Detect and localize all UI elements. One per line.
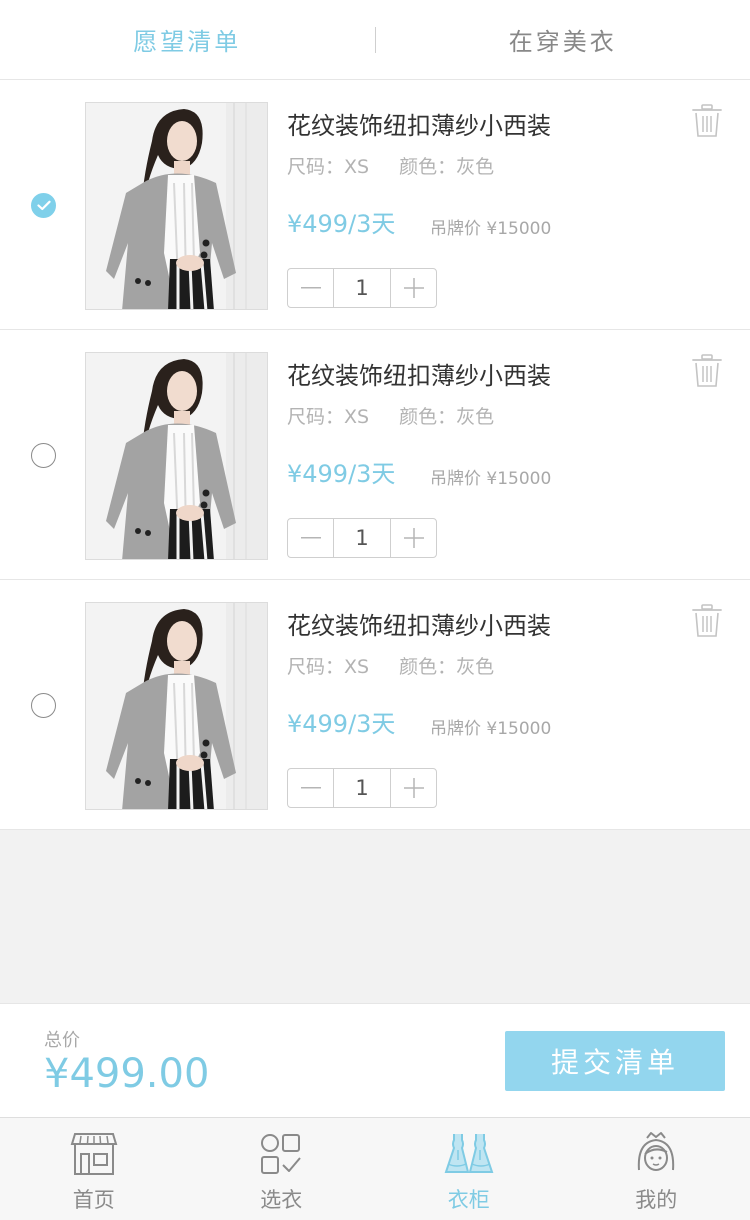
increment-button[interactable]: [391, 519, 436, 557]
size-label: 尺码：: [287, 406, 345, 428]
retail-price-value: ¥15000: [486, 469, 552, 489]
decrement-button[interactable]: [288, 769, 333, 807]
minus-icon: [300, 787, 321, 789]
total-price: ¥499.00: [44, 1051, 210, 1097]
tabbar-item-home[interactable]: 首页: [0, 1118, 188, 1220]
trash-icon[interactable]: [692, 104, 722, 138]
decrement-button[interactable]: [288, 519, 333, 557]
tabbar-item-wardrobe[interactable]: 衣柜: [375, 1118, 563, 1220]
size-label: 尺码：: [287, 656, 345, 678]
quantity-value[interactable]: 1: [333, 519, 391, 557]
retail-price: 吊牌价 ¥15000: [430, 464, 551, 489]
wishlist-items: 花纹装饰纽扣薄纱小西装 尺码：XS 颜色：灰色 ¥499/3天 吊牌价 ¥1500…: [0, 80, 750, 830]
total-label: 总价: [44, 1030, 80, 1051]
retail-price-value: ¥15000: [486, 219, 552, 239]
quantity-value[interactable]: 1: [333, 769, 391, 807]
list-item: 花纹装饰纽扣薄纱小西装 尺码：XS 颜色：灰色 ¥499/3天 吊牌价 ¥1500…: [0, 580, 750, 830]
trash-icon[interactable]: [692, 354, 722, 388]
list-item: 花纹装饰纽扣薄纱小西装 尺码：XS 颜色：灰色 ¥499/3天 吊牌价 ¥1500…: [0, 80, 750, 330]
retail-price-label: 吊牌价: [430, 469, 481, 489]
quantity-value[interactable]: 1: [333, 269, 391, 307]
size-label: 尺码：: [287, 156, 345, 178]
size-value: XS: [344, 406, 370, 428]
color-value: 灰色: [456, 156, 495, 178]
tabbar-item-browse[interactable]: 选衣: [188, 1118, 376, 1220]
retail-price: 吊牌价 ¥15000: [430, 214, 551, 239]
product-title[interactable]: 花纹装饰纽扣薄纱小西装: [287, 606, 551, 641]
decrement-button[interactable]: [288, 269, 333, 307]
plus-icon: [403, 778, 424, 798]
color-label: 颜色：: [399, 656, 457, 678]
product-title[interactable]: 花纹装饰纽扣薄纱小西装: [287, 356, 551, 391]
product-specs: 尺码：XS 颜色：灰色: [287, 652, 494, 679]
item-select-checkbox[interactable]: [31, 693, 56, 718]
item-select-checkbox[interactable]: [31, 443, 56, 468]
retail-price-label: 吊牌价: [430, 719, 481, 739]
rental-price: ¥499/3天: [287, 210, 396, 238]
tabbar-label: 首页: [72, 1188, 115, 1212]
wardrobe-dresses-icon: [444, 1134, 494, 1173]
rental-price: ¥499/3天: [287, 460, 396, 488]
bottom-tab-bar: 首页 选衣 衣柜 我的: [0, 1117, 750, 1220]
store-icon: [70, 1133, 118, 1175]
product-image[interactable]: [85, 352, 268, 560]
tab-wishlist[interactable]: 愿望清单: [0, 22, 375, 57]
product-image[interactable]: [85, 102, 268, 310]
color-value: 灰色: [456, 406, 495, 428]
color-label: 颜色：: [399, 406, 457, 428]
color-value: 灰色: [456, 656, 495, 678]
list-item: 花纹装饰纽扣薄纱小西装 尺码：XS 颜色：灰色 ¥499/3天 吊牌价 ¥1500…: [0, 330, 750, 580]
product-title[interactable]: 花纹装饰纽扣薄纱小西装: [287, 106, 551, 141]
tabbar-label: 我的: [635, 1188, 678, 1212]
tabbar-label: 选衣: [260, 1188, 303, 1212]
tab-wearing[interactable]: 在穿美衣: [376, 22, 750, 57]
quantity-stepper: 1: [287, 768, 437, 808]
quantity-stepper: 1: [287, 268, 437, 308]
product-specs: 尺码：XS 颜色：灰色: [287, 402, 494, 429]
plus-icon: [403, 278, 424, 298]
trash-icon[interactable]: [692, 604, 722, 638]
category-grid-icon: [261, 1134, 302, 1174]
plus-icon: [403, 528, 424, 548]
product-specs: 尺码：XS 颜色：灰色: [287, 152, 494, 179]
tabbar-label: 衣柜: [447, 1188, 490, 1212]
retail-price-value: ¥15000: [486, 719, 552, 739]
submit-list-button[interactable]: 提交清单: [505, 1031, 725, 1091]
checkout-bar: 总价 ¥499.00 提交清单: [0, 1003, 750, 1117]
rental-price: ¥499/3天: [287, 710, 396, 738]
minus-icon: [300, 287, 321, 289]
retail-price-label: 吊牌价: [430, 219, 481, 239]
increment-button[interactable]: [391, 269, 436, 307]
segment-tabs: 愿望清单 在穿美衣: [0, 0, 750, 80]
profile-girl-icon: [638, 1132, 675, 1171]
tabbar-item-profile[interactable]: 我的: [563, 1118, 750, 1220]
quantity-stepper: 1: [287, 518, 437, 558]
size-value: XS: [344, 156, 370, 178]
color-label: 颜色：: [399, 156, 457, 178]
product-image[interactable]: [85, 602, 268, 810]
minus-icon: [300, 537, 321, 539]
increment-button[interactable]: [391, 769, 436, 807]
item-select-checkbox[interactable]: [31, 193, 56, 218]
size-value: XS: [344, 656, 370, 678]
retail-price: 吊牌价 ¥15000: [430, 714, 551, 739]
